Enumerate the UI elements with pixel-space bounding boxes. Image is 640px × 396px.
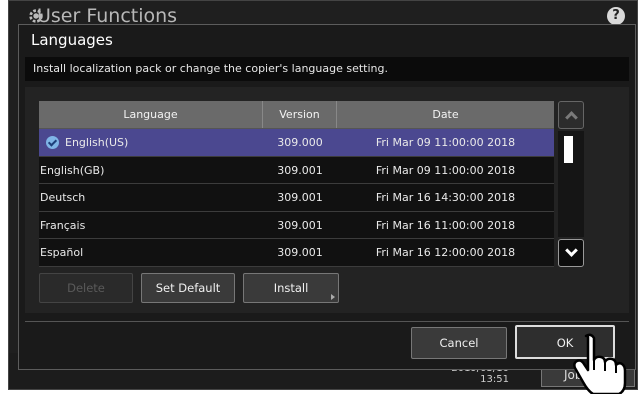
chevron-down-icon bbox=[565, 244, 578, 257]
divider bbox=[25, 321, 629, 322]
row-language: Deutsch bbox=[40, 191, 86, 204]
pointing-hand-icon bbox=[573, 333, 627, 394]
install-label: Install bbox=[273, 281, 309, 295]
install-button[interactable]: Install bbox=[243, 273, 339, 303]
row-date: Fri Mar 09 11:00:00 2018 bbox=[375, 136, 516, 149]
dialog-title: Languages bbox=[31, 31, 113, 49]
languages-dialog: Languages Install localization pack or c… bbox=[18, 24, 636, 370]
delete-button[interactable]: Delete bbox=[39, 273, 133, 303]
table-header: Language Version Date bbox=[39, 101, 554, 129]
language-panel: Language Version Date English(US) 309.00… bbox=[25, 87, 629, 313]
row-date: Fri Mar 09 11:00:00 2018 bbox=[375, 163, 516, 177]
row-version: 309.001 bbox=[277, 218, 323, 232]
chevron-up-icon bbox=[565, 111, 578, 124]
column-header-date: Date bbox=[432, 108, 459, 121]
language-table: Language Version Date English(US) 309.00… bbox=[39, 101, 554, 267]
row-language: Español bbox=[40, 246, 84, 259]
dialog-description: Install localization pack or change the … bbox=[25, 57, 629, 81]
row-language: English(GB) bbox=[40, 163, 105, 177]
row-date: Fri Mar 16 12:00:00 2018 bbox=[375, 246, 516, 259]
set-default-button[interactable]: Set Default bbox=[141, 273, 235, 303]
clock-time: 13:51 bbox=[480, 374, 509, 385]
corner-arrow-icon bbox=[331, 294, 335, 300]
row-date: Fri Mar 16 11:00:00 2018 bbox=[375, 218, 516, 232]
row-date: Fri Mar 16 14:30:00 2018 bbox=[375, 191, 516, 204]
scroll-thumb[interactable] bbox=[564, 136, 573, 163]
row-language: English(US) bbox=[65, 136, 129, 149]
table-row[interactable]: Deutsch 309.001 Fri Mar 16 14:30:00 2018 bbox=[39, 184, 554, 212]
table-row[interactable]: English(US) 309.000 Fri Mar 09 11:00:00 … bbox=[39, 129, 554, 157]
column-header-language: Language bbox=[39, 101, 263, 128]
table-row[interactable]: Français 309.001 Fri Mar 16 11:00:00 201… bbox=[39, 211, 554, 239]
row-version: 309.001 bbox=[277, 163, 323, 177]
scroll-down-button[interactable] bbox=[558, 239, 584, 267]
cancel-button[interactable]: Cancel bbox=[411, 327, 507, 359]
table-row[interactable]: English(GB) 309.001 Fri Mar 09 11:00:00 … bbox=[39, 156, 554, 184]
row-version: 309.001 bbox=[277, 191, 323, 204]
row-version: 309.000 bbox=[277, 136, 323, 149]
help-icon[interactable]: ? bbox=[607, 7, 625, 25]
table-row[interactable]: Español 309.001 Fri Mar 16 12:00:00 2018 bbox=[39, 239, 554, 267]
scroll-up-button[interactable] bbox=[558, 101, 584, 129]
row-language: Français bbox=[40, 218, 86, 232]
check-icon bbox=[46, 135, 59, 149]
row-language-cell: English(US) bbox=[39, 129, 263, 156]
column-header-version: Version bbox=[263, 101, 337, 128]
row-version: 309.001 bbox=[277, 246, 323, 259]
